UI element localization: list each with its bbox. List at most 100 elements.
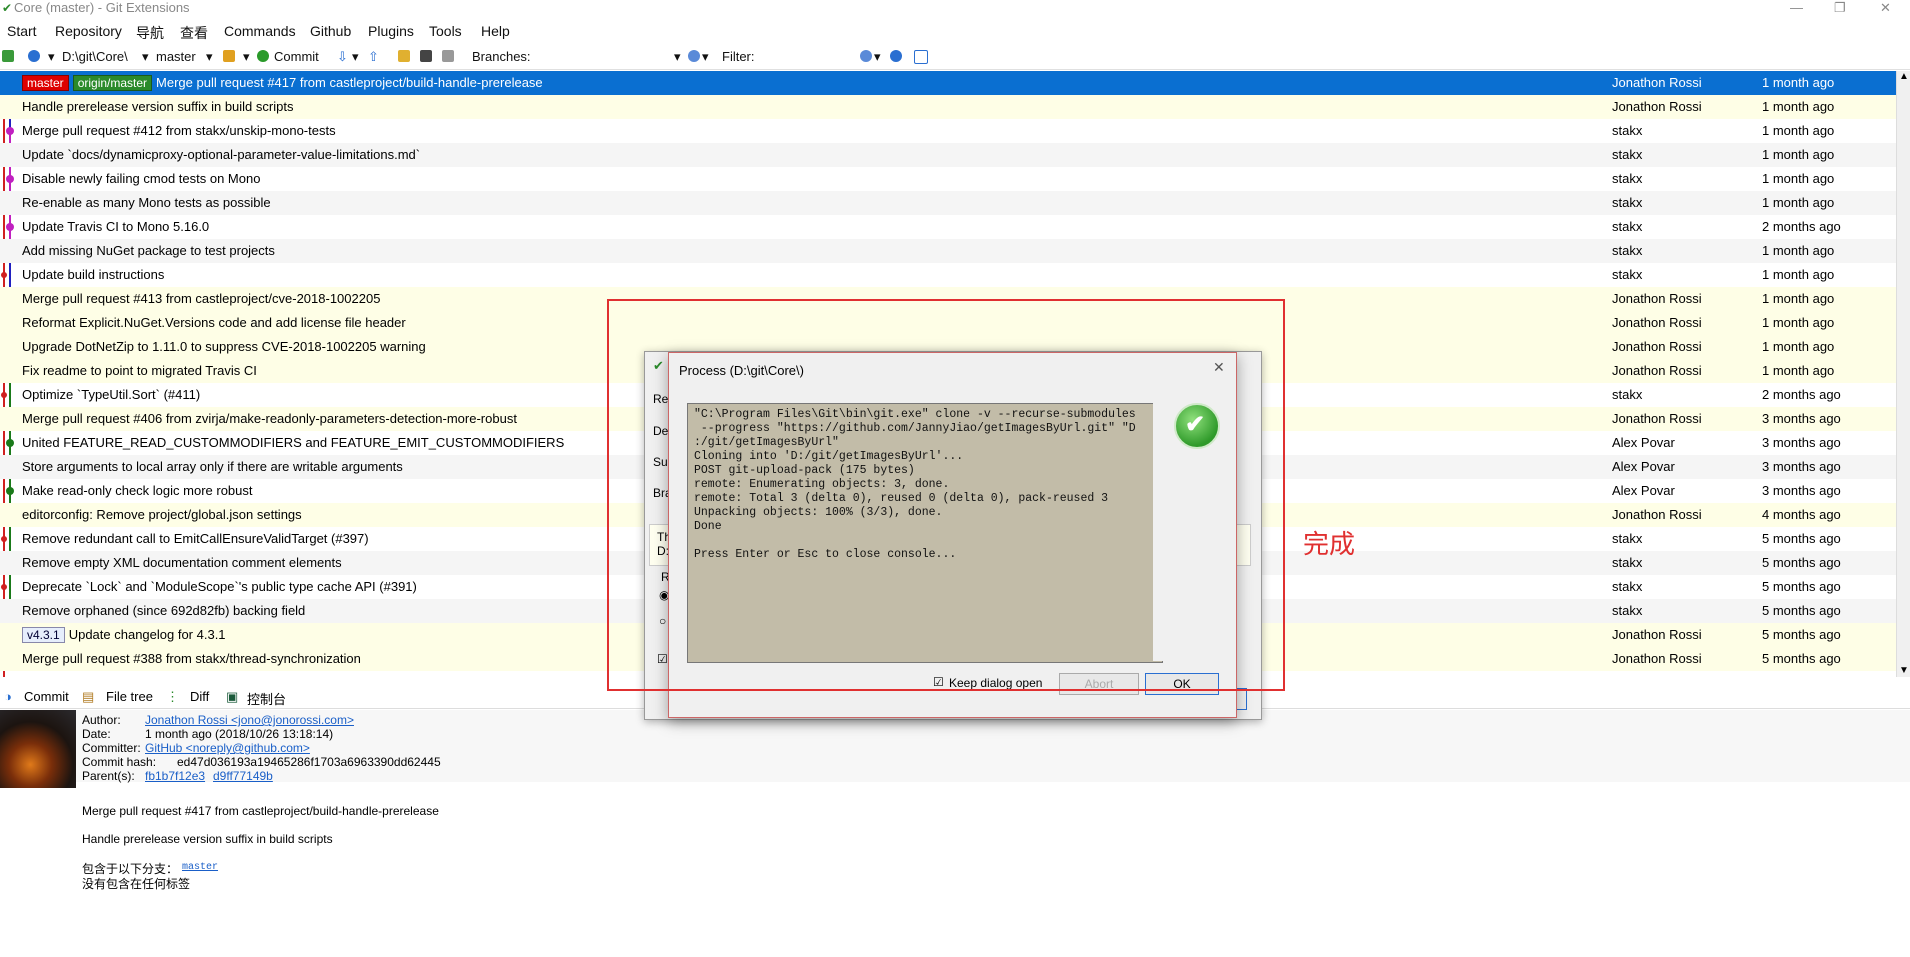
version-tag[interactable]: v4.3.1 — [22, 627, 65, 643]
table-row[interactable]: Update Travis CI to Mono 5.16.0 stakx 2 mo… — [0, 215, 1896, 239]
gear-icon[interactable] — [860, 50, 872, 62]
commit-message: Merge pull request #412 from stakx/unski… — [22, 123, 336, 138]
chevron-down-icon[interactable]: ▾ — [702, 49, 709, 65]
parent-link[interactable]: fb1b7f12e3 — [145, 769, 205, 783]
stash-icon[interactable] — [223, 50, 235, 62]
commit-date: 1 month ago — [1762, 99, 1835, 114]
table-row[interactable]: Re-enable as many Mono tests as possible… — [0, 191, 1896, 215]
commit-date: 3 months ago — [1762, 459, 1841, 474]
chevron-down-icon[interactable]: ▾ — [48, 49, 55, 65]
chevron-down-icon[interactable]: ▾ — [352, 49, 359, 65]
commit-author: stakx — [1612, 555, 1643, 570]
commit-author: Alex Povar — [1612, 483, 1675, 498]
refresh-icon[interactable] — [2, 50, 14, 62]
branch-tag[interactable]: master — [22, 75, 69, 91]
maximize-icon[interactable]: ❐ — [1834, 0, 1846, 16]
gear-icon[interactable] — [688, 50, 700, 62]
commit-message: Update Travis CI to Mono 5.16.0 — [22, 219, 210, 234]
tab-diff[interactable]: Diff — [190, 689, 209, 704]
grid-scrollbar[interactable]: ▲ ▼ — [1896, 71, 1910, 677]
tab-console[interactable]: 控制台 — [247, 689, 286, 708]
branch-link[interactable]: master — [182, 862, 218, 873]
commit-author: stakx — [1612, 267, 1643, 282]
settings-icon[interactable] — [442, 50, 454, 62]
commit-button[interactable]: Commit — [274, 49, 319, 64]
commit-author: stakx — [1612, 219, 1643, 234]
table-row[interactable]: Merge pull request #412 from stakx/unski… — [0, 119, 1896, 143]
commit-message: United FEATURE_READ_CUSTOMMODIFIERS and … — [22, 435, 565, 450]
table-row[interactable]: Disable newly failing cmod tests on Mono… — [0, 167, 1896, 191]
menu-bar: Start Repository 导航 查看 Commands Github P… — [0, 20, 1910, 44]
author-link[interactable]: Jonathon Rossi <jono@jonorossi.com> — [145, 713, 354, 727]
remote-branch-tag[interactable]: origin/master — [72, 75, 153, 91]
commit-date: 3 months ago — [1762, 483, 1841, 498]
commit-author: stakx — [1612, 195, 1643, 210]
commit-message: Merge pull request #413 from castleproje… — [22, 291, 381, 306]
window-icon[interactable] — [914, 50, 928, 64]
annotation-text: 完成 — [1303, 530, 1356, 560]
commit-message-body: Handle prerelease version suffix in buil… — [82, 832, 333, 846]
chevron-down-icon[interactable]: ▾ — [206, 49, 213, 65]
commit-message: Make read-only check logic more robust — [22, 483, 253, 498]
pull-icon[interactable]: ⇩ — [337, 49, 348, 65]
annotation-rectangle — [607, 299, 1285, 691]
menu-view[interactable]: 查看 — [180, 23, 208, 43]
commit-date: 2 months ago — [1762, 387, 1841, 402]
commit-icon[interactable] — [257, 50, 269, 62]
commit-date: 5 months ago — [1762, 627, 1841, 642]
table-row[interactable]: Update `docs/dynamicproxy-optional-param… — [0, 143, 1896, 167]
commit-author: Jonathon Rossi — [1612, 315, 1702, 330]
commit-date: 5 months ago — [1762, 555, 1841, 570]
parents-label: Parent(s): — [82, 769, 135, 783]
menu-plugins[interactable]: Plugins — [368, 23, 414, 39]
chevron-down-icon[interactable]: ▾ — [674, 49, 681, 65]
table-row[interactable]: Update build instructions stakx 1 month ag… — [0, 263, 1896, 287]
branch-dropdown[interactable]: master — [156, 49, 196, 64]
filter-input[interactable] — [762, 48, 858, 65]
commit-author: Alex Povar — [1612, 459, 1675, 474]
menu-github[interactable]: Github — [310, 23, 351, 39]
scroll-up-icon[interactable]: ▲ — [1899, 71, 1909, 82]
dashboard-icon[interactable] — [28, 50, 40, 62]
menu-repository[interactable]: Repository — [55, 23, 122, 39]
commit-author: Jonathon Rossi — [1612, 507, 1702, 522]
commit-author: Jonathon Rossi — [1612, 291, 1702, 306]
hash-label: Commit hash: — [82, 755, 157, 769]
table-row[interactable]: Handle prerelease version suffix in buil… — [0, 95, 1896, 119]
commit-message: Merge pull request #388 from stakx/threa… — [22, 651, 361, 666]
tab-file-tree[interactable]: File tree — [106, 689, 153, 704]
diff-icon: ⋮ — [166, 689, 179, 704]
commit-author: Jonathon Rossi — [1612, 363, 1702, 378]
pin-icon[interactable] — [890, 50, 902, 62]
commit-message: Re-enable as many Mono tests as possible — [22, 195, 271, 210]
branches-input[interactable] — [536, 48, 682, 65]
app-icon: ✔ — [2, 1, 13, 15]
commit-date: 3 months ago — [1762, 411, 1841, 426]
commit-message: Fix readme to point to migrated Travis C… — [22, 363, 257, 378]
scroll-down-icon[interactable]: ▼ — [1899, 665, 1909, 676]
chevron-down-icon[interactable]: ▾ — [142, 49, 149, 65]
commit-author: Jonathon Rossi — [1612, 99, 1702, 114]
folder-icon[interactable] — [398, 50, 410, 62]
committer-link[interactable]: GitHub <noreply@github.com> — [145, 741, 310, 755]
table-row[interactable]: Add missing NuGet package to test projec… — [0, 239, 1896, 263]
menu-navigate[interactable]: 导航 — [136, 23, 164, 43]
chevron-down-icon[interactable]: ▾ — [874, 49, 881, 65]
push-icon[interactable]: ⇧ — [368, 49, 379, 65]
close-icon[interactable]: ✕ — [1880, 0, 1891, 16]
chevron-down-icon[interactable]: ▾ — [243, 49, 250, 65]
commit-message: Remove redundant call to EmitCallEnsureV… — [22, 531, 369, 546]
commit-author: Jonathon Rossi — [1612, 75, 1702, 90]
menu-help[interactable]: Help — [481, 23, 510, 39]
table-row[interactable]: master origin/master Merge pull request #4… — [0, 71, 1896, 95]
tab-commit[interactable]: Commit — [24, 689, 69, 704]
console-icon[interactable] — [420, 50, 432, 62]
commit-author: stakx — [1612, 603, 1643, 618]
repo-path-dropdown[interactable]: D:\git\Core\ — [62, 49, 128, 64]
menu-tools[interactable]: Tools — [429, 23, 462, 39]
commit-date: 1 month ago — [1762, 339, 1835, 354]
menu-commands[interactable]: Commands — [224, 23, 296, 39]
menu-start[interactable]: Start — [7, 23, 37, 39]
minimize-icon[interactable]: — — [1790, 0, 1803, 15]
parent-link[interactable]: d9ff77149b — [213, 769, 273, 783]
